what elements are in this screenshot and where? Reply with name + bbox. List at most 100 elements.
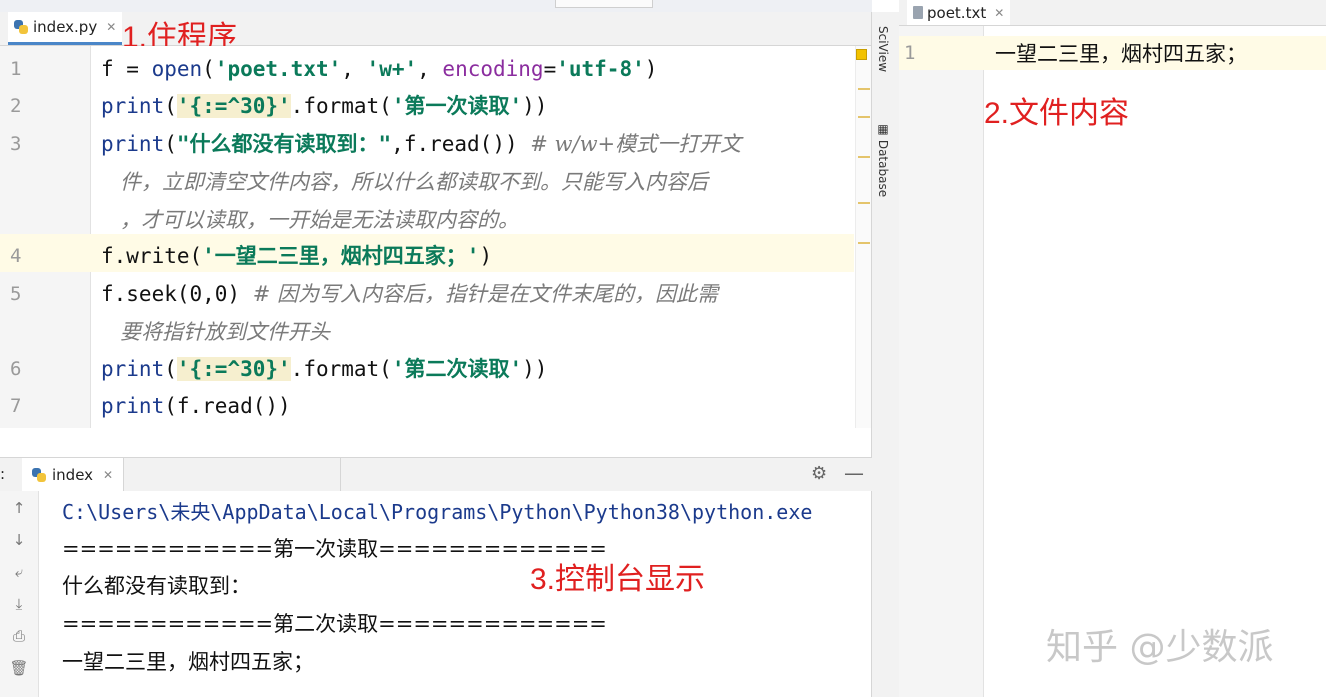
code-token: ( xyxy=(202,57,215,81)
code-token: .format( xyxy=(291,357,392,381)
code-line-1: f = open('poet.txt', 'w+', encoding='utf… xyxy=(101,51,657,88)
code-line-5: f.seek(0,0) # 因为写入内容后，指针是在文件末尾的，因此需 xyxy=(101,276,718,313)
close-icon[interactable]: ✕ xyxy=(103,468,113,482)
minimize-icon[interactable]: — xyxy=(844,461,864,485)
line-number: 6 xyxy=(10,358,21,380)
code-token: f.write( xyxy=(101,244,202,268)
code-token: '第一次读取' xyxy=(392,94,522,118)
code-token: f = xyxy=(101,57,152,81)
run-toolbar: ↑ ↓ ⤶ ⤓ ⎙ 🗑 xyxy=(0,491,39,697)
code-token: ( xyxy=(164,357,177,381)
code-token: 'utf-8' xyxy=(556,57,645,81)
error-stripe-mark[interactable] xyxy=(858,202,870,204)
code-line-2: print('{:=^30}'.format('第一次读取')) xyxy=(101,88,547,125)
console-line: ============第一次读取============= xyxy=(62,533,607,563)
sciview-label: SciView xyxy=(876,26,890,72)
code-token: "什么都没有读取到：" xyxy=(177,132,391,156)
code-token: )) xyxy=(522,94,547,118)
line-number: 7 xyxy=(10,395,21,417)
annotation-file-content: 2.文件内容 xyxy=(984,88,1129,132)
error-stripe-mark[interactable] xyxy=(858,242,870,244)
run-panel-prefix: : xyxy=(0,465,5,483)
code-token: print xyxy=(101,132,164,156)
file-tab-bar: poet.txt ✕ xyxy=(899,0,1326,26)
code-line-6: print('{:=^30}'.format('第二次读取')) xyxy=(101,351,547,388)
code-line-7: print(f.read()) xyxy=(101,388,291,425)
database-tool-button[interactable]: ▦ Database xyxy=(876,122,890,197)
run-config-selector[interactable] xyxy=(555,0,653,8)
code-token: , xyxy=(417,57,442,81)
file-content[interactable]: 一望二三里，烟村四五家； xyxy=(995,38,1247,68)
code-token: ) xyxy=(479,244,492,268)
run-tab-label: index xyxy=(52,466,93,484)
up-arrow-icon[interactable]: ↑ xyxy=(8,497,30,519)
code-token: print xyxy=(101,357,164,381)
code-token: = xyxy=(544,57,557,81)
code-token: '{:=^30}' xyxy=(177,94,291,118)
run-tab-index[interactable]: index ✕ xyxy=(22,458,124,491)
code-token: .format( xyxy=(291,94,392,118)
code-token: ) xyxy=(645,57,658,81)
code-token: , xyxy=(341,57,366,81)
code-token: )) xyxy=(522,357,547,381)
code-token: '一望二三里，烟村四五家；' xyxy=(202,244,479,268)
tab-poet-txt[interactable]: poet.txt ✕ xyxy=(907,0,1010,25)
console-line: ============第二次读取============= xyxy=(62,608,607,638)
print-icon[interactable]: ⎙ xyxy=(8,625,30,647)
code-comment-wrap: 件，立即清空文件内容，所以什么都读取不到。只能写入内容后 xyxy=(120,166,708,196)
code-token: '第二次读取' xyxy=(392,357,522,381)
soft-wrap-icon[interactable]: ⤶ xyxy=(8,561,30,583)
code-token: ( xyxy=(164,132,177,156)
code-token: open xyxy=(152,57,203,81)
code-token: f.seek(0,0) xyxy=(101,282,253,306)
error-stripe-mark[interactable] xyxy=(858,116,870,118)
file-gutter xyxy=(899,26,984,697)
editor-scrollbar[interactable] xyxy=(855,46,871,428)
console-command: C:\Users\未央\AppData\Local\Programs\Pytho… xyxy=(62,500,812,524)
database-label: Database xyxy=(876,140,890,197)
tab-label: poet.txt xyxy=(927,4,986,22)
code-token: 'w+' xyxy=(367,57,418,81)
python-file-icon xyxy=(32,468,46,482)
code-token: (f.read()) xyxy=(164,394,290,418)
inspection-status-icon[interactable] xyxy=(856,49,867,60)
line-number: 3 xyxy=(10,133,21,155)
error-stripe-mark[interactable] xyxy=(858,88,870,90)
line-number: 1 xyxy=(10,58,21,80)
tab-label: index.py xyxy=(33,18,97,36)
gear-icon[interactable]: ⚙ xyxy=(811,463,827,484)
code-token: ( xyxy=(164,94,177,118)
python-file-icon xyxy=(14,20,28,34)
console-line: 什么都没有读取到： xyxy=(62,570,251,600)
error-stripe-mark[interactable] xyxy=(858,156,870,158)
code-line-3: print("什么都没有读取到：",f.read()) # w/w+模式一打开文 xyxy=(101,126,741,163)
tab-index-py[interactable]: index.py ✕ xyxy=(8,12,122,45)
sciview-tool-button[interactable]: SciView xyxy=(876,26,890,72)
close-icon[interactable]: ✕ xyxy=(106,20,116,34)
trash-icon[interactable]: 🗑 xyxy=(8,657,30,679)
line-number: 2 xyxy=(10,95,21,117)
divider xyxy=(340,458,341,491)
code-comment-wrap: ，才可以读取，一开始是无法读取内容的。 xyxy=(120,204,519,234)
file-line-number: 1 xyxy=(904,42,915,64)
code-comment: # 因为写入内容后，指针是在文件末尾的，因此需 xyxy=(253,282,718,306)
code-token: encoding xyxy=(442,57,543,81)
run-panel-header: : index ✕ ⚙ — xyxy=(0,457,872,492)
console-line: 一望二三里，烟村四五家； xyxy=(62,646,314,676)
code-token: ,f.read()) xyxy=(391,132,530,156)
line-number: 4 xyxy=(10,245,21,267)
code-token: '{:=^30}' xyxy=(177,357,291,381)
right-tool-strip: SciView ▦ Database xyxy=(871,12,900,697)
code-token: print xyxy=(101,94,164,118)
down-arrow-icon[interactable]: ↓ xyxy=(8,529,30,551)
text-file-icon xyxy=(913,6,923,19)
watermark: 知乎 @少数派 xyxy=(1046,618,1273,670)
line-number: 5 xyxy=(10,283,21,305)
code-comment: # w/w+模式一打开文 xyxy=(530,132,741,156)
code-comment-wrap: 要将指针放到文件开头 xyxy=(120,316,330,346)
code-token: print xyxy=(101,394,164,418)
scroll-to-end-icon[interactable]: ⤓ xyxy=(8,593,30,615)
code-line-4: f.write('一望二三里，烟村四五家；') xyxy=(101,238,492,275)
console-line: C:\Users\未央\AppData\Local\Programs\Pytho… xyxy=(62,496,812,525)
close-icon[interactable]: ✕ xyxy=(994,6,1004,20)
